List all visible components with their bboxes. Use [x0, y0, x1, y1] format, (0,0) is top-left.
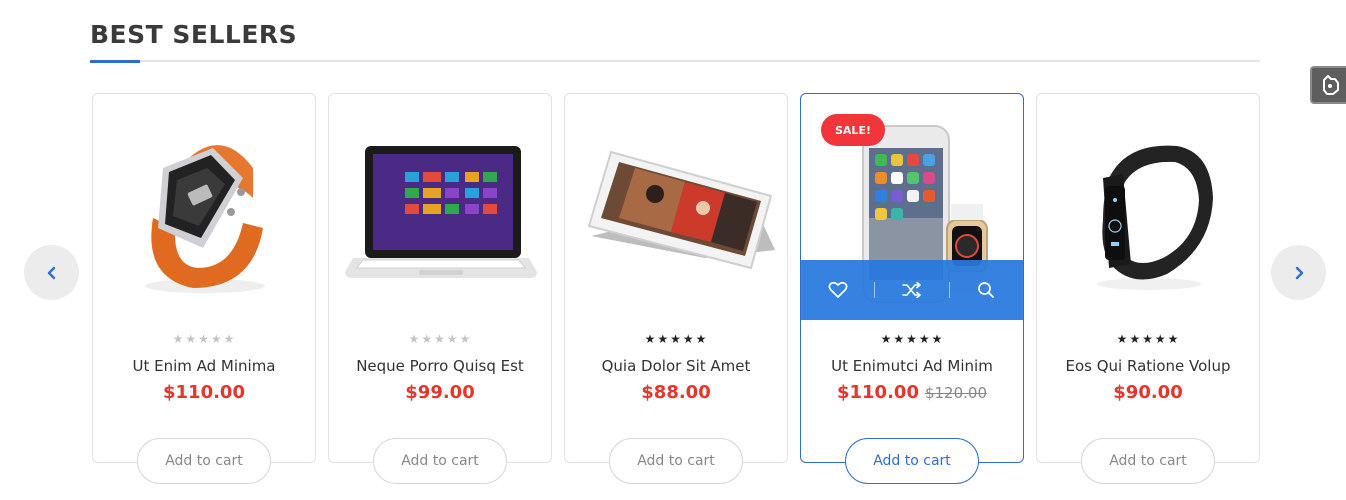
star-icon: ★: [682, 332, 695, 346]
star-icon: ★: [185, 332, 198, 346]
star-icon: ★: [644, 332, 657, 346]
hand-pointer-icon[interactable]: [1310, 66, 1346, 104]
title-accent-bar: [90, 60, 140, 63]
chevron-left-icon: [47, 266, 55, 279]
add-to-cart-button[interactable]: Add to cart: [1081, 438, 1215, 484]
carousel-next-button[interactable]: [1271, 245, 1326, 300]
add-to-cart-button[interactable]: Add to cart: [845, 438, 979, 484]
star-icon: ★: [1154, 332, 1167, 346]
add-to-cart-button[interactable]: Add to cart: [373, 438, 507, 484]
compare-button[interactable]: [875, 260, 948, 320]
add-to-cart-button[interactable]: Add to cart: [609, 438, 743, 484]
product-action-bar: [801, 260, 1023, 320]
product-price: $99.00: [405, 382, 475, 403]
product-price: $88.00: [641, 382, 711, 403]
star-icon: ★: [695, 332, 708, 346]
product-card[interactable]: ★★★★★ Ut Enim Ad Minima $110.00 Add to c…: [92, 93, 316, 484]
product-price: $110.00: [836, 382, 919, 403]
product-name[interactable]: Quia Dolor Sit Amet: [565, 357, 787, 375]
star-icon: ★: [210, 332, 223, 346]
star-icon: ★: [1142, 332, 1154, 346]
product-card[interactable]: ★★★★★ Eos Qui Ratione Volup $90.00 Add t…: [1036, 93, 1260, 484]
rating-stars: ★★★★★: [329, 332, 551, 346]
star-icon: ★: [421, 332, 434, 346]
star-icon: ★: [880, 332, 893, 346]
product-card[interactable]: SALE! ★★★★★ Ut Enimutci Ad Minim $110.00…: [800, 93, 1024, 484]
add-to-wishlist-button[interactable]: [801, 260, 874, 320]
title-divider: [90, 60, 1260, 62]
star-icon: ★: [670, 332, 682, 346]
star-icon: ★: [446, 332, 459, 346]
product-image-tablet[interactable]: [575, 108, 779, 308]
rating-stars: ★★★★★: [93, 332, 315, 346]
star-icon: ★: [657, 332, 670, 346]
shuffle-icon: [902, 282, 921, 298]
star-icon: ★: [893, 332, 906, 346]
star-icon: ★: [172, 332, 185, 346]
product-image-laptop[interactable]: [339, 108, 543, 308]
rating-stars: ★★★★★: [1037, 332, 1259, 346]
product-price: $110.00: [163, 382, 245, 403]
product-name[interactable]: Neque Porro Quisq Est: [329, 357, 551, 375]
product-price: $90.00: [1113, 382, 1183, 403]
product-name[interactable]: Ut Enimutci Ad Minim: [801, 357, 1023, 375]
product-name[interactable]: Eos Qui Ratione Volup: [1037, 357, 1259, 375]
section-title: BEST SELLERS: [90, 20, 298, 49]
star-icon: ★: [906, 332, 918, 346]
heart-icon: [828, 281, 848, 298]
product-name[interactable]: Ut Enim Ad Minima: [93, 357, 315, 375]
star-icon: ★: [434, 332, 446, 346]
chevron-right-icon: [1295, 266, 1303, 279]
star-icon: ★: [931, 332, 944, 346]
star-icon: ★: [459, 332, 472, 346]
star-icon: ★: [1129, 332, 1142, 346]
rating-stars: ★★★★★: [565, 332, 787, 346]
star-icon: ★: [198, 332, 210, 346]
add-to-cart-button[interactable]: Add to cart: [137, 438, 271, 484]
product-card[interactable]: ★★★★★ Neque Porro Quisq Est $99.00 Add t…: [328, 93, 552, 484]
product-old-price: $120.00: [924, 384, 987, 402]
rating-stars: ★★★★★: [801, 332, 1023, 346]
star-icon: ★: [408, 332, 421, 346]
sale-badge: SALE!: [821, 114, 885, 146]
quick-view-button[interactable]: [950, 260, 1023, 320]
star-icon: ★: [918, 332, 931, 346]
product-image-fitness-band[interactable]: [1047, 108, 1251, 308]
carousel-prev-button[interactable]: [24, 245, 79, 300]
star-icon: ★: [223, 332, 236, 346]
product-card[interactable]: ★★★★★ Quia Dolor Sit Amet $88.00 Add to …: [564, 93, 788, 484]
product-image-watch[interactable]: [103, 108, 307, 308]
star-icon: ★: [1167, 332, 1180, 346]
search-icon: [978, 282, 995, 298]
star-icon: ★: [1116, 332, 1129, 346]
